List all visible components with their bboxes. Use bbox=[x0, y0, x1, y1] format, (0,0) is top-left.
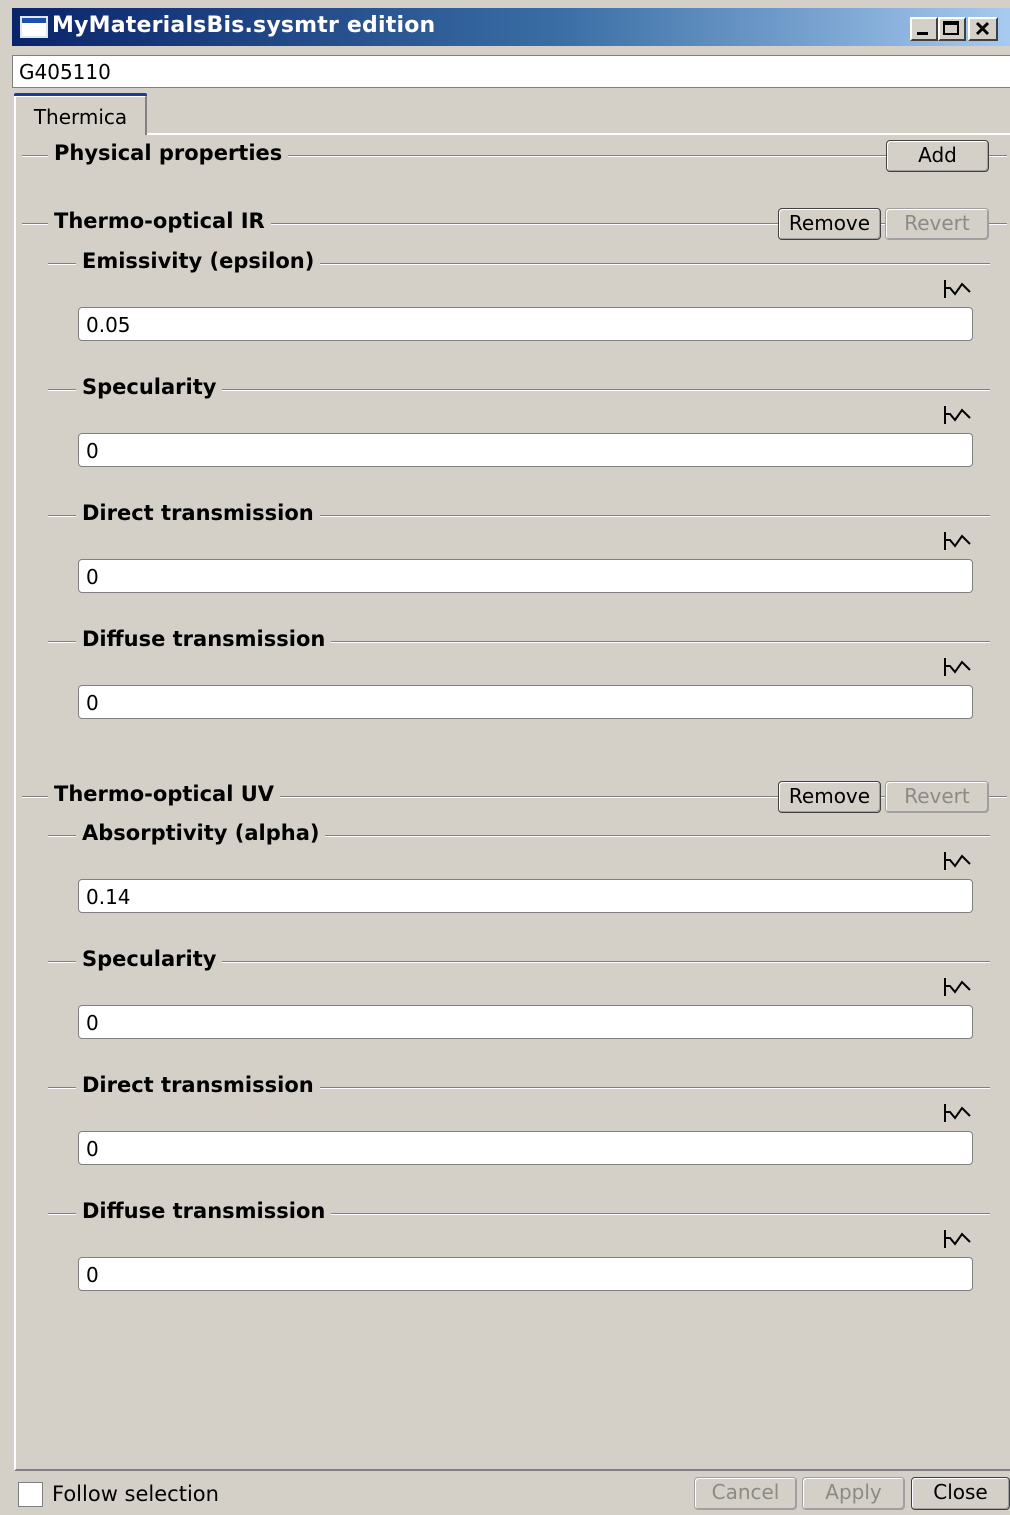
thermo-optical-uv-title: Thermo-optical UV bbox=[48, 782, 281, 806]
follow-selection-label: Follow selection bbox=[52, 1482, 219, 1506]
ir-diffuse-transmission-label: Diffuse transmission bbox=[76, 627, 332, 651]
curve-icon[interactable] bbox=[942, 404, 974, 428]
uv-absorptivity-label: Absorptivity (alpha) bbox=[76, 821, 326, 845]
close-icon[interactable] bbox=[968, 17, 998, 41]
maximize-icon[interactable] bbox=[938, 17, 966, 41]
tab-thermica[interactable]: Thermica bbox=[14, 93, 147, 135]
curve-icon[interactable] bbox=[942, 530, 974, 554]
uv-diffuse-transmission-label: Diffuse transmission bbox=[76, 1199, 332, 1223]
cancel-button[interactable]: Cancel bbox=[694, 1477, 797, 1510]
uv-revert-button[interactable]: Revert bbox=[885, 781, 989, 813]
ir-specularity-input[interactable]: 0 bbox=[78, 433, 973, 467]
ir-direct-transmission-label: Direct transmission bbox=[76, 501, 320, 525]
curve-icon[interactable] bbox=[942, 656, 974, 680]
curve-icon[interactable] bbox=[942, 1102, 974, 1126]
ir-emissivity-input[interactable]: 0.05 bbox=[78, 307, 973, 341]
app-icon bbox=[20, 16, 48, 38]
uv-absorptivity-input[interactable]: 0.14 bbox=[78, 879, 973, 913]
material-name-field[interactable]: G405110 bbox=[12, 55, 1010, 88]
ir-specularity-label: Specularity bbox=[76, 375, 223, 399]
ir-remove-button[interactable]: Remove bbox=[778, 208, 881, 240]
uv-diffuse-transmission-input[interactable]: 0 bbox=[78, 1257, 973, 1291]
title-bar[interactable]: MyMaterialsBis.sysmtr edition bbox=[12, 8, 1010, 46]
ir-revert-button[interactable]: Revert bbox=[885, 208, 989, 240]
ir-emissivity-label: Emissivity (epsilon) bbox=[76, 249, 321, 273]
minimize-icon[interactable] bbox=[910, 17, 938, 41]
apply-button[interactable]: Apply bbox=[802, 1477, 905, 1510]
uv-specularity-input[interactable]: 0 bbox=[78, 1005, 973, 1039]
curve-icon[interactable] bbox=[942, 850, 974, 874]
uv-remove-button[interactable]: Remove bbox=[778, 781, 881, 813]
follow-selection-checkbox[interactable] bbox=[18, 1482, 43, 1507]
uv-specularity-label: Specularity bbox=[76, 947, 223, 971]
add-button[interactable]: Add bbox=[886, 140, 989, 172]
uv-direct-transmission-label: Direct transmission bbox=[76, 1073, 320, 1097]
ir-diffuse-transmission-input[interactable]: 0 bbox=[78, 685, 973, 719]
curve-icon[interactable] bbox=[942, 1228, 974, 1252]
ir-direct-transmission-input[interactable]: 0 bbox=[78, 559, 973, 593]
curve-icon[interactable] bbox=[942, 976, 974, 1000]
curve-icon[interactable] bbox=[942, 278, 974, 302]
thermo-optical-ir-title: Thermo-optical IR bbox=[48, 209, 271, 233]
uv-direct-transmission-input[interactable]: 0 bbox=[78, 1131, 973, 1165]
close-button[interactable]: Close bbox=[911, 1477, 1010, 1510]
window-title: MyMaterialsBis.sysmtr edition bbox=[52, 13, 436, 38]
physical-properties-title: Physical properties bbox=[48, 141, 289, 165]
